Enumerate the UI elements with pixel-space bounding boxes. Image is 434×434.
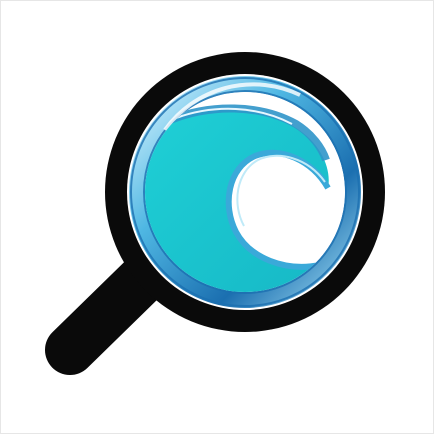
- app-icon-canvas: [0, 0, 434, 434]
- magnifier-wave-icon: [45, 52, 385, 375]
